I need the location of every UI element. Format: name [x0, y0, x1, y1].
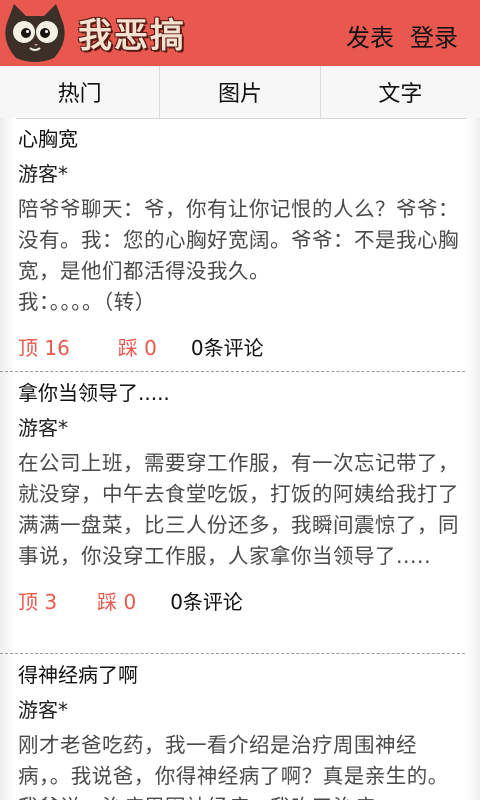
- post-author: 游客*: [18, 416, 68, 440]
- cat-mascot-icon: [5, 4, 65, 62]
- post-actions: 顶 16 踩 0 0条评论: [18, 332, 462, 373]
- post-author: 游客*: [18, 162, 68, 186]
- upvote-button[interactable]: 顶 16: [18, 332, 70, 361]
- header-actions: 发表 登录: [346, 18, 458, 53]
- tab-text[interactable]: 文字: [321, 66, 480, 118]
- downvote-button[interactable]: 踩 0: [118, 332, 157, 361]
- app-header: 我恶搞 发表 登录: [0, 0, 480, 66]
- list-item[interactable]: 拿你当领导了..... 游客* 在公司上班，需要穿工作服，有一次忘记带了，就没穿…: [0, 372, 480, 654]
- category-tabs: 热门 图片 文字: [0, 66, 480, 119]
- post-feed[interactable]: 心胸宽 游客* 陪爷爷聊天：爷，你有让你记恨的人么？爷爷：没有。我：您的心胸好宽…: [0, 118, 480, 800]
- post-title[interactable]: 心胸宽: [18, 118, 462, 156]
- tab-images[interactable]: 图片: [160, 66, 321, 118]
- post-author: 游客*: [18, 698, 68, 722]
- tab-hot[interactable]: 热门: [0, 66, 161, 118]
- post-button[interactable]: 发表: [346, 18, 394, 53]
- downvote-button[interactable]: 踩 0: [97, 586, 136, 615]
- list-item[interactable]: 得神经病了啊 游客* 刚才老爸吃药，我一看介绍是治疗周围神经病，。我说爸，你得神…: [0, 654, 480, 800]
- app-logo[interactable]: 我恶搞: [0, 0, 200, 66]
- upvote-button[interactable]: 顶 3: [18, 586, 57, 615]
- post-body: 在公司上班，需要穿工作服，有一次忘记带了，就没穿，中午去食堂吃饭，打饭的阿姨给我…: [18, 451, 459, 568]
- post-body: 陪爷爷聊天：爷，你有让你记恨的人么？爷爷：没有。我：您的心胸好宽阔。爷爷：不是我…: [18, 197, 459, 314]
- comments-link[interactable]: 0条评论: [170, 586, 243, 615]
- logo-text: 我恶搞: [78, 16, 186, 56]
- post-body: 刚才老爸吃药，我一看介绍是治疗周围神经病，。我说爸，你得神经病了啊？真是亲生的。…: [18, 733, 449, 800]
- login-button[interactable]: 登录: [410, 18, 458, 53]
- list-item[interactable]: 心胸宽 游客* 陪爷爷聊天：爷，你有让你记恨的人么？爷爷：没有。我：您的心胸好宽…: [0, 118, 480, 372]
- post-actions: 顶 3 踩 0 0条评论: [18, 586, 462, 627]
- post-title[interactable]: 得神经病了啊: [18, 654, 462, 692]
- comments-link[interactable]: 0条评论: [191, 332, 264, 361]
- post-title[interactable]: 拿你当领导了.....: [18, 372, 462, 410]
